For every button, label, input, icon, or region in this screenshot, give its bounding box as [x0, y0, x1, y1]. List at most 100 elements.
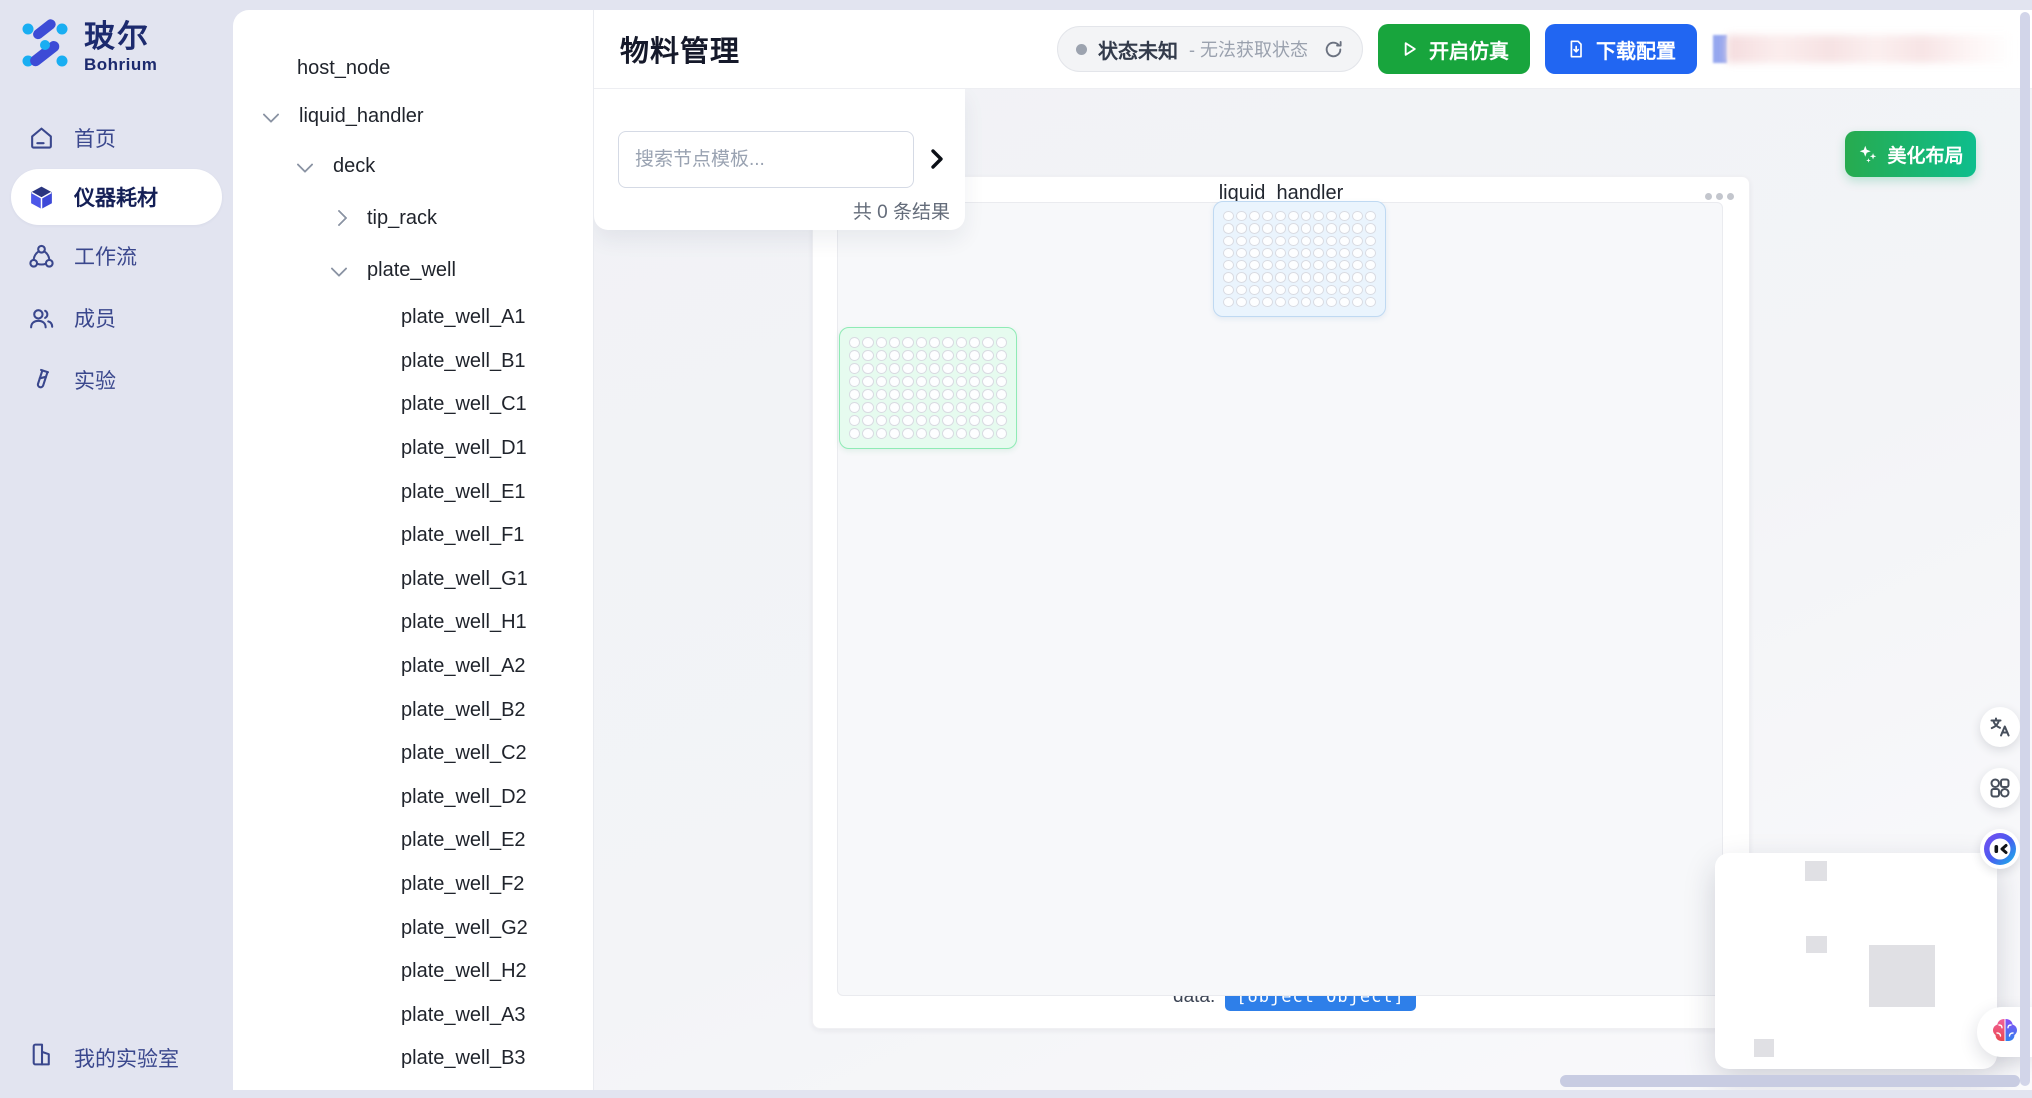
- tree-item[interactable]: plate_well_D2: [233, 776, 593, 820]
- tree-item[interactable]: deck: [233, 140, 593, 192]
- tree-item[interactable]: plate_well_G2: [233, 906, 593, 950]
- tree-item-label: plate_well_F1: [401, 524, 524, 547]
- sidebar-item-label: 实验: [74, 365, 116, 395]
- minimap-node-rect: [1869, 945, 1935, 1007]
- tree-chevron-icon[interactable]: [331, 260, 348, 277]
- well: [929, 376, 940, 387]
- tree-item[interactable]: plate_well_C2: [233, 732, 593, 776]
- well: [1249, 211, 1260, 221]
- tree-item[interactable]: plate_well_H2: [233, 950, 593, 994]
- well: [1288, 236, 1299, 246]
- minimap-node-rect: [1805, 861, 1827, 881]
- liquid-handler-node[interactable]: liquid_handler data: [object Object]: [812, 176, 1750, 1029]
- tree-chevron-icon[interactable]: [331, 210, 348, 227]
- well: [1313, 285, 1324, 295]
- canvas-minimap[interactable]: [1715, 853, 1997, 1069]
- well: [1352, 272, 1363, 282]
- tree-item[interactable]: plate_well_F1: [233, 514, 593, 558]
- tree-item[interactable]: host_node: [233, 44, 593, 92]
- well: [1288, 248, 1299, 258]
- sidebar-item-members[interactable]: 成员: [0, 287, 233, 349]
- tree-item[interactable]: liquid_handler: [233, 92, 593, 140]
- tree-item[interactable]: plate_well_A2: [233, 645, 593, 689]
- tree-item[interactable]: plate_well_G1: [233, 558, 593, 602]
- well: [982, 415, 993, 426]
- tree-item-label: plate_well_A2: [401, 655, 526, 678]
- well: [1365, 272, 1376, 282]
- well: [969, 337, 980, 348]
- well: [1288, 223, 1299, 233]
- tree-item[interactable]: plate_well_B3: [233, 1037, 593, 1081]
- vertical-scrollbar[interactable]: [2020, 12, 2030, 1086]
- well: [1288, 211, 1299, 221]
- beautify-layout-button[interactable]: 美化布局: [1845, 131, 1976, 177]
- sidebar-item-my-lab[interactable]: 我的实验室: [28, 1041, 179, 1074]
- well: [1352, 236, 1363, 246]
- well: [956, 376, 967, 387]
- tree-item-label: plate_well_D1: [401, 437, 527, 460]
- brand-logo[interactable]: 玻尔 Bohrium: [0, 0, 233, 77]
- collapse-panel-icon[interactable]: [925, 144, 949, 174]
- tree-item[interactable]: plate_well_F2: [233, 863, 593, 907]
- page-header: 物料管理 状态未知 - 无法获取状态 开启仿真: [594, 10, 2032, 89]
- tree-item[interactable]: plate_well_B2: [233, 688, 593, 732]
- well: [1365, 285, 1376, 295]
- download-config-button[interactable]: 下载配置: [1545, 24, 1697, 74]
- tree-chevron-icon[interactable]: [263, 106, 280, 123]
- tree-item[interactable]: plate_well_C1: [233, 383, 593, 427]
- well: [1313, 248, 1324, 258]
- well: [942, 376, 953, 387]
- node-menu-dots-icon[interactable]: [1705, 193, 1734, 200]
- well: [942, 389, 953, 400]
- well-plate-plate-well[interactable]: [839, 327, 1017, 449]
- well: [916, 337, 927, 348]
- tree-item[interactable]: plate_well_B1: [233, 340, 593, 384]
- sidebar-item-workflow[interactable]: 工作流: [0, 225, 233, 287]
- start-simulation-button[interactable]: 开启仿真: [1378, 24, 1530, 74]
- well: [1313, 236, 1324, 246]
- lab-icon: [28, 1041, 55, 1074]
- ai-assistant-button[interactable]: [1980, 829, 2020, 869]
- tree-item[interactable]: plate_well_E2: [233, 819, 593, 863]
- well: [849, 428, 860, 439]
- refresh-icon[interactable]: [1323, 39, 1344, 60]
- well: [942, 363, 953, 374]
- tree-item[interactable]: plate_well: [233, 244, 593, 296]
- well: [996, 350, 1007, 361]
- tree-item[interactable]: plate_well_H1: [233, 601, 593, 645]
- status-label: 状态未知: [1098, 35, 1178, 64]
- translate-button[interactable]: [1980, 707, 2020, 747]
- layout-canvas[interactable]: 共 0 条结果 liquid_handler data: [object Obj…: [594, 89, 2032, 1090]
- apps-grid-button[interactable]: [1980, 768, 2020, 808]
- main-panel: 物料管理 状态未知 - 无法获取状态 开启仿真: [594, 10, 2032, 1090]
- well: [902, 363, 913, 374]
- tree-item[interactable]: plate_well_A1: [233, 296, 593, 340]
- sidebar-item-instruments[interactable]: 仪器耗材: [11, 169, 222, 225]
- search-input[interactable]: [618, 131, 914, 188]
- well: [1275, 260, 1286, 270]
- well: [902, 428, 913, 439]
- tree-item[interactable]: plate_well_D1: [233, 427, 593, 471]
- well: [1236, 248, 1247, 258]
- well: [982, 376, 993, 387]
- well: [1352, 285, 1363, 295]
- horizontal-scrollbar[interactable]: [1560, 1075, 2020, 1087]
- sidebar-item-experiment[interactable]: 实验: [0, 349, 233, 411]
- well-plate-tip-rack[interactable]: [1213, 201, 1386, 317]
- well: [889, 389, 900, 400]
- well: [1326, 223, 1337, 233]
- sidebar-item-home[interactable]: 首页: [0, 107, 233, 169]
- tree-item[interactable]: plate_well_A3: [233, 994, 593, 1038]
- well: [1313, 223, 1324, 233]
- well: [1301, 248, 1312, 258]
- well: [996, 376, 1007, 387]
- tree-item[interactable]: plate_well_E1: [233, 470, 593, 514]
- tree-item[interactable]: tip_rack: [233, 192, 593, 244]
- well: [1301, 211, 1312, 221]
- well: [969, 363, 980, 374]
- well: [862, 428, 873, 439]
- tree-chevron-icon[interactable]: [297, 156, 314, 173]
- workflow-icon: [28, 243, 55, 270]
- page-title: 物料管理: [620, 28, 740, 70]
- well: [1223, 297, 1234, 307]
